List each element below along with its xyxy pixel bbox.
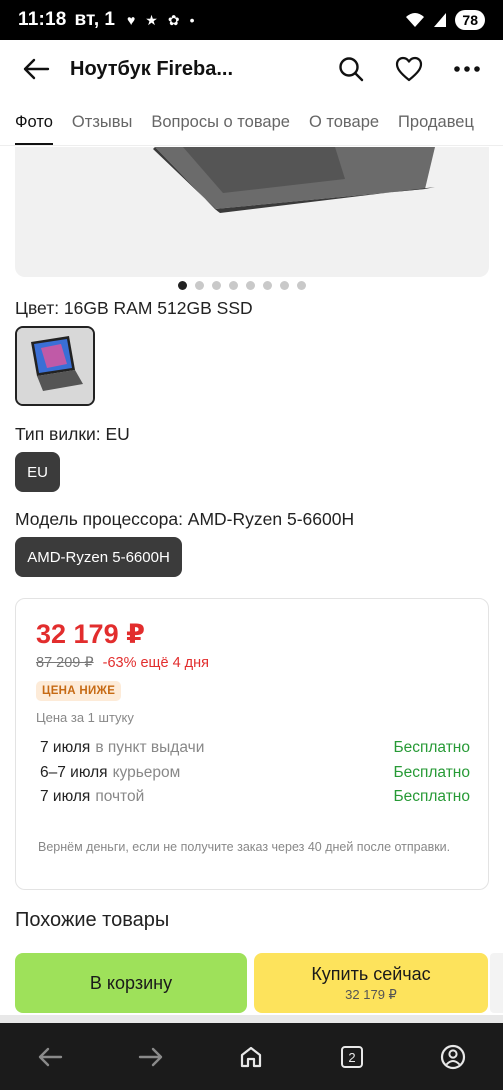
browser-nav-bar: 2 — [0, 1023, 503, 1090]
arrow-right-icon — [138, 1047, 163, 1066]
price-card: 32 179 ₽ 87 209 ₽ -63% ещё 4 дня ЦЕНА НИ… — [15, 598, 489, 890]
product-strip — [0, 1015, 503, 1023]
search-button[interactable] — [329, 47, 373, 91]
delivery-date: 6–7 июля — [40, 764, 108, 781]
home-icon — [241, 1046, 262, 1067]
app-bar: Ноутбук Fireba... — [0, 40, 503, 98]
arrow-left-icon — [23, 58, 50, 80]
delivery-date: 7 июля — [40, 788, 91, 805]
delivery-date: 7 июля — [40, 739, 91, 756]
cpu-option[interactable]: AMD-Ryzen 5-6600H — [15, 537, 182, 577]
laptop-image — [153, 147, 435, 213]
gallery-dot[interactable] — [280, 281, 289, 290]
arrow-left-icon — [39, 1047, 63, 1066]
status-bar: 11:18 вт, 1 ♥ ★ ✿ • 78 — [0, 0, 503, 40]
gallery-dot[interactable] — [229, 281, 238, 290]
more-options-button[interactable] — [445, 47, 489, 91]
nav-home-button[interactable] — [226, 1032, 276, 1082]
flower-notification-icon: ✿ — [167, 11, 180, 28]
profile-icon — [440, 1044, 465, 1069]
back-button[interactable] — [14, 47, 58, 91]
status-day: вт, 1 — [74, 9, 115, 30]
gallery-dot[interactable] — [178, 281, 187, 290]
add-to-cart-button[interactable]: В корзину — [15, 953, 247, 1013]
cpu-model-label: Модель процессора: AMD-Ryzen 5-6600H — [15, 509, 355, 529]
status-time: 11:18 — [18, 9, 67, 30]
nav-profile-button[interactable] — [428, 1032, 478, 1082]
unit-price-label: Цена за 1 штуку — [36, 710, 134, 725]
page-title: Ноутбук Fireba... — [70, 57, 234, 80]
heart-icon — [395, 56, 423, 82]
tab-questions[interactable]: Вопросы о товаре — [151, 98, 290, 145]
nav-forward-button[interactable] — [126, 1032, 176, 1082]
delivery-row[interactable]: 7 июля почтой Бесплатно — [40, 788, 470, 806]
product-gallery[interactable] — [15, 147, 489, 277]
tabs-icon: 2 — [341, 1045, 364, 1068]
plug-option-eu[interactable]: EU — [15, 452, 60, 492]
laptop-thumbnail — [17, 328, 93, 404]
battery-indicator: 78 — [455, 10, 485, 30]
old-price: 87 209 ₽ — [36, 655, 94, 671]
app-notification-icon: ★ — [145, 11, 158, 28]
buy-now-label: Купить сейчас — [311, 963, 431, 984]
delivery-method: в пункт выдачи — [95, 739, 205, 756]
tab-reviews[interactable]: Отзывы — [72, 98, 132, 145]
signal-icon — [434, 13, 447, 27]
color-label: Цвет: 16GB RAM 512GB SSD — [15, 298, 253, 318]
delivery-cost: Бесплатно — [393, 739, 470, 756]
delivery-row[interactable]: 6–7 июля курьером Бесплатно — [40, 764, 470, 782]
gallery-pagination — [178, 281, 306, 290]
tab-photo[interactable]: Фото — [15, 98, 53, 145]
current-price: 32 179 ₽ — [36, 619, 145, 649]
gallery-dot[interactable] — [195, 281, 204, 290]
more-notifications-icon: • — [189, 12, 195, 28]
delivery-method: курьером — [112, 764, 181, 781]
gallery-dot[interactable] — [212, 281, 221, 290]
delivery-cost: Бесплатно — [393, 788, 470, 805]
gallery-dot[interactable] — [246, 281, 255, 290]
color-swatch[interactable] — [15, 326, 95, 406]
more-horizontal-icon — [454, 66, 480, 72]
add-to-cart-label: В корзину — [89, 972, 173, 993]
product-tabs: Фото Отзывы Вопросы о товаре О товаре Пр… — [0, 98, 503, 146]
favorite-button[interactable] — [387, 47, 431, 91]
buy-now-price: 32 179 ₽ — [345, 986, 397, 1002]
gallery-dot[interactable] — [297, 281, 306, 290]
heart-notification-icon: ♥ — [126, 12, 136, 28]
plug-type-label: Тип вилки: EU — [15, 424, 130, 444]
price-lower-badge: ЦЕНА НИЖЕ — [36, 681, 122, 701]
delivery-row[interactable]: 7 июля в пункт выдачи Бесплатно — [40, 739, 470, 757]
discount-text: -63% ещё 4 дня — [102, 655, 209, 671]
gallery-dot[interactable] — [263, 281, 272, 290]
search-icon — [339, 57, 364, 82]
delivery-cost: Бесплатно — [393, 764, 470, 781]
nav-tabs-button[interactable]: 2 — [327, 1032, 377, 1082]
tabs-count: 2 — [348, 1050, 355, 1065]
similar-products-heading: Похожие товары — [15, 909, 170, 931]
tab-about[interactable]: О товаре — [309, 98, 379, 145]
nav-back-button[interactable] — [25, 1032, 75, 1082]
refund-note: Вернём деньги, если не получите заказ че… — [38, 840, 451, 854]
delivery-method: почтой — [95, 788, 145, 805]
buy-now-button[interactable]: Купить сейчас 32 179 ₽ — [254, 953, 488, 1013]
tab-seller[interactable]: Продавец — [398, 98, 474, 145]
similar-product-peek[interactable] — [490, 953, 503, 1013]
wifi-icon — [406, 13, 425, 27]
notification-icons: ♥ ★ ✿ • — [127, 12, 195, 29]
old-price-row: 87 209 ₽ -63% ещё 4 дня — [36, 655, 209, 671]
